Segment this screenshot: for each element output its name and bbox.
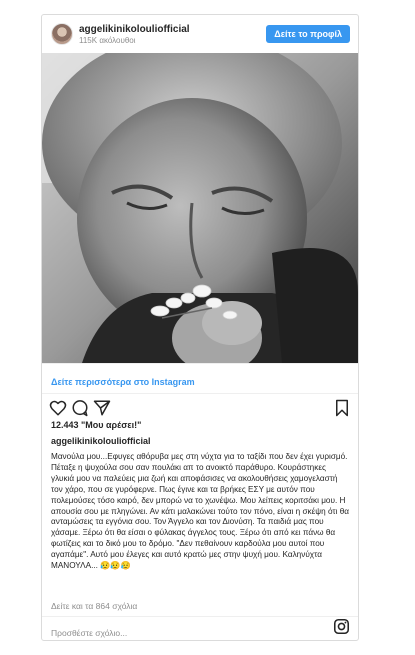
avatar[interactable] <box>51 23 73 45</box>
comment-icon[interactable] <box>71 399 89 417</box>
divider <box>42 616 358 617</box>
add-comment-field[interactable]: Προσθέστε σχόλιο... <box>51 628 127 638</box>
caption-username[interactable]: aggelikinikolouliofficial <box>51 436 151 446</box>
action-bar <box>42 397 358 419</box>
view-profile-button[interactable]: Δείτε το προφίλ <box>266 25 350 43</box>
view-more-on-instagram-link[interactable]: Δείτε περισσότερα στο Instagram <box>51 377 195 387</box>
divider <box>42 393 358 394</box>
bookmark-icon[interactable] <box>334 399 350 417</box>
photo-image <box>42 53 358 363</box>
likes-count[interactable]: 12.443 "Μου αρέσει!" <box>51 420 141 430</box>
view-all-comments-link[interactable]: Δείτε και τα 864 σχόλια <box>51 601 137 611</box>
post-header: aggelikinikolouliofficial 115K ακόλουθοι… <box>42 15 358 53</box>
instagram-embed-card: aggelikinikolouliofficial 115K ακόλουθοι… <box>41 14 359 641</box>
username[interactable]: aggelikinikolouliofficial <box>79 24 190 35</box>
divider <box>42 363 358 364</box>
post-photo[interactable] <box>42 53 358 363</box>
instagram-icon[interactable] <box>333 618 350 635</box>
post-caption: Μανούλα μου...Εφυγες αθόρυβα μες στη νύχ… <box>51 452 350 571</box>
heart-icon[interactable] <box>49 399 67 417</box>
share-icon[interactable] <box>93 399 111 417</box>
followers-count: 115K ακόλουθοι <box>79 36 136 45</box>
